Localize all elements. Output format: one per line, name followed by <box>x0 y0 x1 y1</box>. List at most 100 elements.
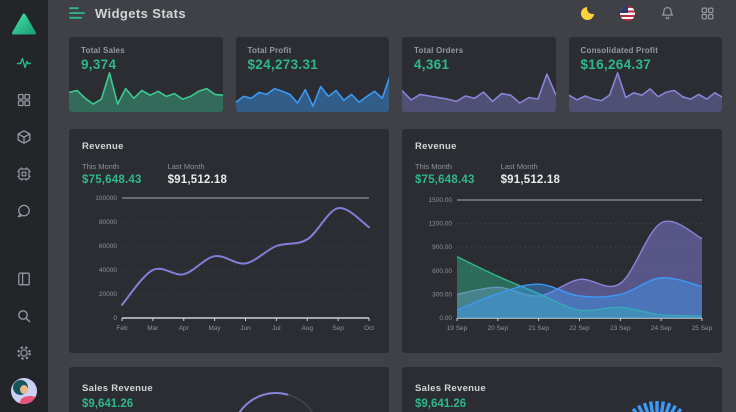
this-month-block: This Month $75,648.43 <box>415 162 475 186</box>
sidebar-item-search[interactable] <box>0 297 48 334</box>
stat-cards-row: Total Sales 9,374 Total Profit $24,273.3… <box>69 37 722 112</box>
language-selector[interactable] <box>614 0 640 26</box>
svg-text:60000: 60000 <box>99 243 117 250</box>
card-consolidated-profit[interactable]: Consolidated Profit $16,264.37 <box>569 37 723 112</box>
bell-icon <box>660 5 675 21</box>
svg-text:24 Sep: 24 Sep <box>651 325 672 332</box>
radial-gauge-chart <box>597 379 717 412</box>
page-title: Widgets Stats <box>95 6 186 21</box>
sales-revenue-row: Sales Revenue $9,641.26 Sales Revenue $9… <box>69 367 722 412</box>
chat-bubble-icon <box>16 203 32 219</box>
avatar-body <box>20 396 37 404</box>
top-header: Widgets Stats <box>48 0 736 26</box>
stat-label: Total Profit <box>248 46 378 55</box>
revenue-summary: This Month $75,648.43 Last Month $91,512… <box>415 162 709 186</box>
sidebar-item-widgets[interactable] <box>0 81 48 118</box>
sidebar-item-activity[interactable] <box>0 44 48 81</box>
svg-text:1200.00: 1200.00 <box>429 221 453 228</box>
sales-revenue-panel-left: Sales Revenue $9,641.26 <box>69 367 389 412</box>
stat-label: Total Orders <box>414 46 544 55</box>
package-box-icon <box>16 129 32 145</box>
apps-menu-button[interactable] <box>694 0 720 26</box>
last-month-value: $91,512.18 <box>501 174 561 186</box>
gear-icon <box>16 345 32 361</box>
svg-text:Oct: Oct <box>364 325 374 332</box>
last-month-label: Last Month <box>168 162 228 171</box>
sidebar-item-system[interactable] <box>0 155 48 192</box>
last-month-block: Last Month $91,512.18 <box>501 162 561 186</box>
svg-text:20 Sep: 20 Sep <box>488 325 509 332</box>
sparkline-chart <box>236 67 390 112</box>
revenue-area-chart: 0.00 300.00 600.00 900.00 1200.00 1500.00 19 S… <box>415 190 707 340</box>
us-flag-icon <box>620 6 635 21</box>
sparkline-chart <box>402 67 556 112</box>
stat-label: Total Sales <box>81 46 211 55</box>
search-icon <box>16 308 32 324</box>
svg-text:23 Sep: 23 Sep <box>610 325 631 332</box>
stat-label: Consolidated Profit <box>581 46 711 55</box>
sidebar-item-messages[interactable] <box>0 192 48 229</box>
svg-text:19 Sep: 19 Sep <box>447 325 468 332</box>
sales-revenue-panel-right: Sales Revenue $9,641.26 <box>402 367 722 412</box>
dark-mode-toggle[interactable] <box>574 0 600 26</box>
header-actions <box>574 0 720 26</box>
svg-text:80000: 80000 <box>99 219 117 226</box>
svg-text:May: May <box>208 325 221 332</box>
svg-text:Aug: Aug <box>301 325 313 332</box>
svg-text:600.00: 600.00 <box>432 268 452 275</box>
last-month-value: $91,512.18 <box>168 174 228 186</box>
svg-text:Sep: Sep <box>332 325 344 332</box>
this-month-value: $75,648.43 <box>415 174 475 186</box>
svg-text:Jul: Jul <box>272 325 281 332</box>
activity-icon <box>16 55 32 71</box>
card-total-orders[interactable]: Total Orders 4,361 <box>402 37 556 112</box>
svg-text:22 Sep: 22 Sep <box>569 325 590 332</box>
svg-text:900.00: 900.00 <box>432 244 452 251</box>
sparkline-chart <box>569 67 723 112</box>
triangle-logo-icon <box>11 12 37 36</box>
avatar-face <box>20 385 28 394</box>
card-total-sales[interactable]: Total Sales 9,374 <box>69 37 223 112</box>
layout-panel-icon <box>16 271 32 287</box>
svg-text:40000: 40000 <box>99 267 117 274</box>
sidebar-item-packages[interactable] <box>0 118 48 155</box>
svg-text:0: 0 <box>113 315 117 322</box>
svg-text:25 Sep: 25 Sep <box>692 325 713 332</box>
svg-text:300.00: 300.00 <box>432 291 452 298</box>
svg-text:100000: 100000 <box>95 195 117 202</box>
panel-title: Revenue <box>415 141 709 152</box>
svg-text:20000: 20000 <box>99 291 117 298</box>
moon-icon <box>581 7 594 20</box>
dashboard-content: Total Sales 9,374 Total Profit $24,273.3… <box>48 26 736 412</box>
revenue-line-chart: 020000400006000080000100000FebMarAprMayJ… <box>82 190 374 340</box>
last-month-block: Last Month $91,512.18 <box>168 162 228 186</box>
menu-toggle-icon[interactable] <box>69 6 85 20</box>
this-month-block: This Month $75,648.43 <box>82 162 142 186</box>
svg-text:0.00: 0.00 <box>439 315 452 322</box>
this-month-value: $75,648.43 <box>82 174 142 186</box>
revenue-panel-daily: Revenue This Month $75,648.43 Last Month… <box>402 129 722 353</box>
sidebar-item-layout[interactable] <box>0 260 48 297</box>
svg-text:1500.00: 1500.00 <box>429 197 453 204</box>
revenue-panel-monthly: Revenue This Month $75,648.43 Last Month… <box>69 129 389 353</box>
svg-text:Jun: Jun <box>240 325 251 332</box>
widgets-grid-icon <box>16 92 32 108</box>
last-month-label: Last Month <box>501 162 561 171</box>
revenue-summary: This Month $75,648.43 Last Month $91,512… <box>82 162 376 186</box>
app-logo[interactable] <box>11 4 37 44</box>
sidebar-item-settings[interactable] <box>0 334 48 371</box>
donut-gauge-chart <box>221 379 331 412</box>
this-month-label: This Month <box>82 162 142 171</box>
svg-text:21 Sep: 21 Sep <box>528 325 549 332</box>
revenue-row: Revenue This Month $75,648.43 Last Month… <box>69 129 722 353</box>
notifications-button[interactable] <box>654 0 680 26</box>
main-area: Widgets Stats Total Sales 9 <box>48 0 736 412</box>
apps-grid-icon <box>700 6 715 21</box>
svg-text:Apr: Apr <box>179 325 190 332</box>
sidebar <box>0 0 48 412</box>
sparkline-chart <box>69 67 223 112</box>
user-avatar[interactable] <box>11 378 37 404</box>
card-total-profit[interactable]: Total Profit $24,273.31 <box>236 37 390 112</box>
cpu-chip-icon <box>16 166 32 182</box>
this-month-label: This Month <box>415 162 475 171</box>
